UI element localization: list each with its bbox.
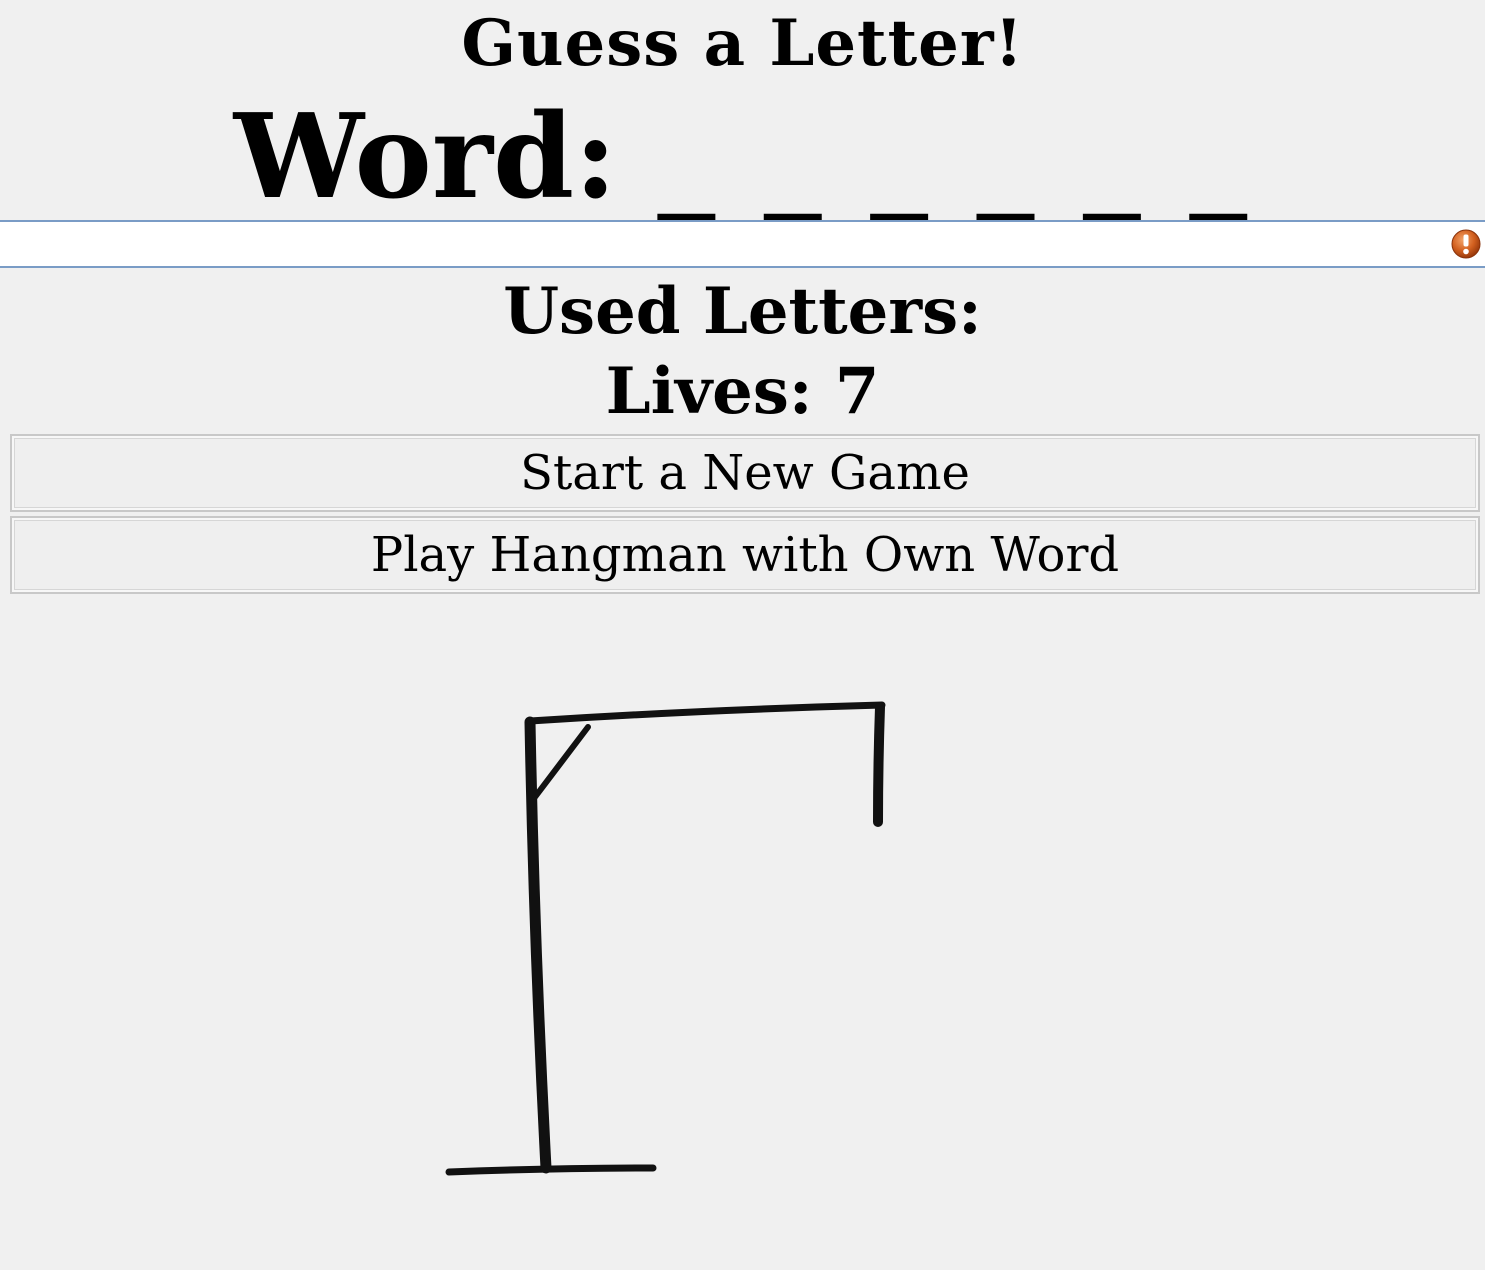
hangman-page: Guess a Letter! Word: _ _ _ _ _ _ Used L… — [0, 0, 1485, 1270]
lives-counter: Lives: 7 — [605, 354, 880, 429]
letter-guess-input[interactable] — [0, 222, 1446, 266]
gallows-base — [445, 1164, 657, 1176]
play-own-word-button[interactable]: Play Hangman with Own Word — [10, 516, 1480, 594]
gallows-beam — [526, 701, 886, 725]
word-display: Word: _ _ _ _ _ _ — [0, 92, 1485, 222]
word-slots: _ _ _ _ _ _ — [657, 89, 1252, 225]
gallows-pole — [524, 716, 552, 1174]
prompt-title: Guess a Letter! — [461, 6, 1024, 81]
guess-field-container — [0, 220, 1485, 268]
gallows-brace — [532, 724, 591, 800]
start-new-game-button[interactable]: Start a New Game — [10, 434, 1480, 512]
word-label: Word: — [233, 89, 617, 225]
warning-icon — [1451, 229, 1481, 259]
used-letters-label: Used Letters: — [503, 274, 982, 349]
gallows-rope — [873, 702, 885, 827]
